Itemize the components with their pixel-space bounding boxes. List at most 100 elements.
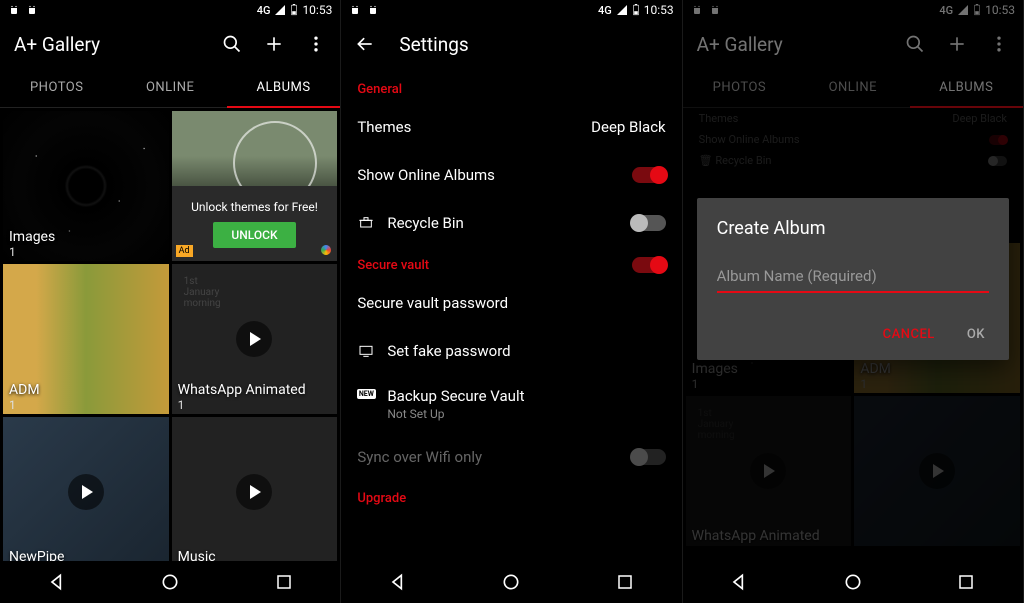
system-nav-bar xyxy=(341,561,681,603)
search-button[interactable] xyxy=(222,34,242,54)
status-bar: 4G 10:53 xyxy=(341,0,681,20)
play-icon xyxy=(236,321,272,357)
nav-back-button[interactable] xyxy=(728,571,750,593)
home-icon xyxy=(843,572,863,592)
promo-card[interactable]: Unlock themes for Free! UNLOCK Ad xyxy=(172,111,338,261)
album-images[interactable]: Images1 xyxy=(3,111,169,261)
tab-photos[interactable]: PHOTOS xyxy=(0,68,113,107)
battery-icon xyxy=(290,4,298,16)
setting-backup-vault[interactable]: NEW Backup Secure Vault Not Set Up xyxy=(341,375,681,433)
setting-label: Set fake password xyxy=(387,342,665,360)
section-secure-vault: Secure vault xyxy=(341,247,681,279)
recent-icon xyxy=(275,573,293,591)
setting-label: Secure vault password xyxy=(357,294,665,312)
section-general: General xyxy=(341,72,681,103)
nav-recent-button[interactable] xyxy=(614,571,636,593)
clock: 10:53 xyxy=(302,3,332,17)
home-icon xyxy=(160,572,180,592)
nav-home-button[interactable] xyxy=(159,571,181,593)
promo-text: Unlock themes for Free! xyxy=(191,200,318,214)
clock: 10:53 xyxy=(644,3,674,17)
new-badge: NEW xyxy=(357,389,375,399)
recent-icon xyxy=(957,573,975,591)
ad-badge: Ad xyxy=(176,245,193,257)
nav-back-button[interactable] xyxy=(387,571,409,593)
album-name: Images xyxy=(9,229,55,245)
screen-icon xyxy=(357,343,375,359)
album-newpipe[interactable]: NewPipe xyxy=(3,417,169,567)
dialog-ok-button[interactable]: OK xyxy=(963,321,989,348)
tabs: PHOTOS ONLINE ALBUMS xyxy=(0,68,340,108)
toggle-switch[interactable] xyxy=(632,215,666,231)
album-grid: Images1 Unlock themes for Free! UNLOCK A… xyxy=(0,108,340,570)
play-icon xyxy=(68,474,104,510)
album-whatsapp[interactable]: WhatsApp Animated1 xyxy=(172,264,338,414)
setting-label: Show Online Albums xyxy=(357,166,631,184)
dialog-cancel-button[interactable]: CANCEL xyxy=(879,321,939,348)
search-icon xyxy=(222,34,242,54)
toggle-switch[interactable] xyxy=(632,257,666,273)
play-icon xyxy=(236,474,272,510)
signal-icon xyxy=(274,4,286,16)
network-label: 4G xyxy=(598,4,612,17)
app-title: A+ Gallery xyxy=(14,33,222,56)
create-album-dialog: Create Album CANCEL OK xyxy=(697,198,1009,360)
section-label-text: Secure vault xyxy=(357,258,429,273)
more-vert-icon xyxy=(306,34,326,54)
overflow-button[interactable] xyxy=(306,34,326,54)
settings-header: Settings xyxy=(341,20,681,68)
back-icon xyxy=(729,572,749,592)
network-label: 4G xyxy=(257,4,271,17)
nav-recent-button[interactable] xyxy=(273,571,295,593)
nav-recent-button[interactable] xyxy=(955,571,977,593)
settings-list: General Themes Deep Black Show Online Al… xyxy=(341,68,681,516)
battery-icon xyxy=(632,4,640,16)
status-bar: 4G 10:53 xyxy=(0,0,340,20)
nav-home-button[interactable] xyxy=(500,571,522,593)
setting-fake-password[interactable]: Set fake password xyxy=(341,327,681,375)
setting-label: Backup Secure Vault xyxy=(387,387,665,405)
album-count: 1 xyxy=(9,245,55,259)
back-icon xyxy=(47,572,67,592)
album-name: ADM xyxy=(9,382,40,398)
album-adm[interactable]: ADM1 xyxy=(3,264,169,414)
android-icon xyxy=(8,4,20,16)
signal-icon xyxy=(616,4,628,16)
android-icon xyxy=(349,4,361,16)
app-bar: A+ Gallery xyxy=(0,20,340,68)
home-icon xyxy=(501,572,521,592)
android-icon xyxy=(26,4,38,16)
tab-online[interactable]: ONLINE xyxy=(113,68,226,107)
setting-sublabel: Not Set Up xyxy=(387,407,665,421)
system-nav-bar xyxy=(683,561,1023,603)
album-count: 1 xyxy=(178,398,306,412)
back-icon xyxy=(388,572,408,592)
setting-vault-password[interactable]: Secure vault password xyxy=(341,279,681,327)
dialog-title: Create Album xyxy=(717,218,989,239)
tab-albums[interactable]: ALBUMS xyxy=(227,68,340,107)
back-button[interactable] xyxy=(355,34,375,54)
plus-icon xyxy=(264,34,284,54)
screen-settings: 4G 10:53 Settings General Themes Deep Bl… xyxy=(341,0,682,603)
album-name-input[interactable] xyxy=(717,261,989,293)
android-icon xyxy=(367,4,379,16)
album-name: WhatsApp Animated xyxy=(178,382,306,398)
section-upgrade: Upgrade xyxy=(341,481,681,512)
nav-home-button[interactable] xyxy=(842,571,864,593)
nav-back-button[interactable] xyxy=(46,571,68,593)
setting-show-online-albums[interactable]: Show Online Albums xyxy=(341,151,681,199)
arrow-left-icon xyxy=(355,34,375,54)
toggle-switch xyxy=(632,449,666,465)
recycle-bin-icon xyxy=(357,215,375,231)
toggle-switch[interactable] xyxy=(632,167,666,183)
album-music[interactable]: Music xyxy=(172,417,338,567)
settings-title: Settings xyxy=(399,33,468,56)
system-nav-bar xyxy=(0,561,340,603)
setting-recycle-bin[interactable]: Recycle Bin xyxy=(341,199,681,247)
setting-label: Recycle Bin xyxy=(387,214,631,232)
album-count: 1 xyxy=(9,398,40,412)
setting-themes[interactable]: Themes Deep Black xyxy=(341,103,681,151)
add-button[interactable] xyxy=(264,34,284,54)
screen-create-album: 4G 10:53 A+ Gallery PHOTOS ONLINE ALBUMS… xyxy=(683,0,1024,603)
promo-unlock-button[interactable]: UNLOCK xyxy=(213,222,295,248)
